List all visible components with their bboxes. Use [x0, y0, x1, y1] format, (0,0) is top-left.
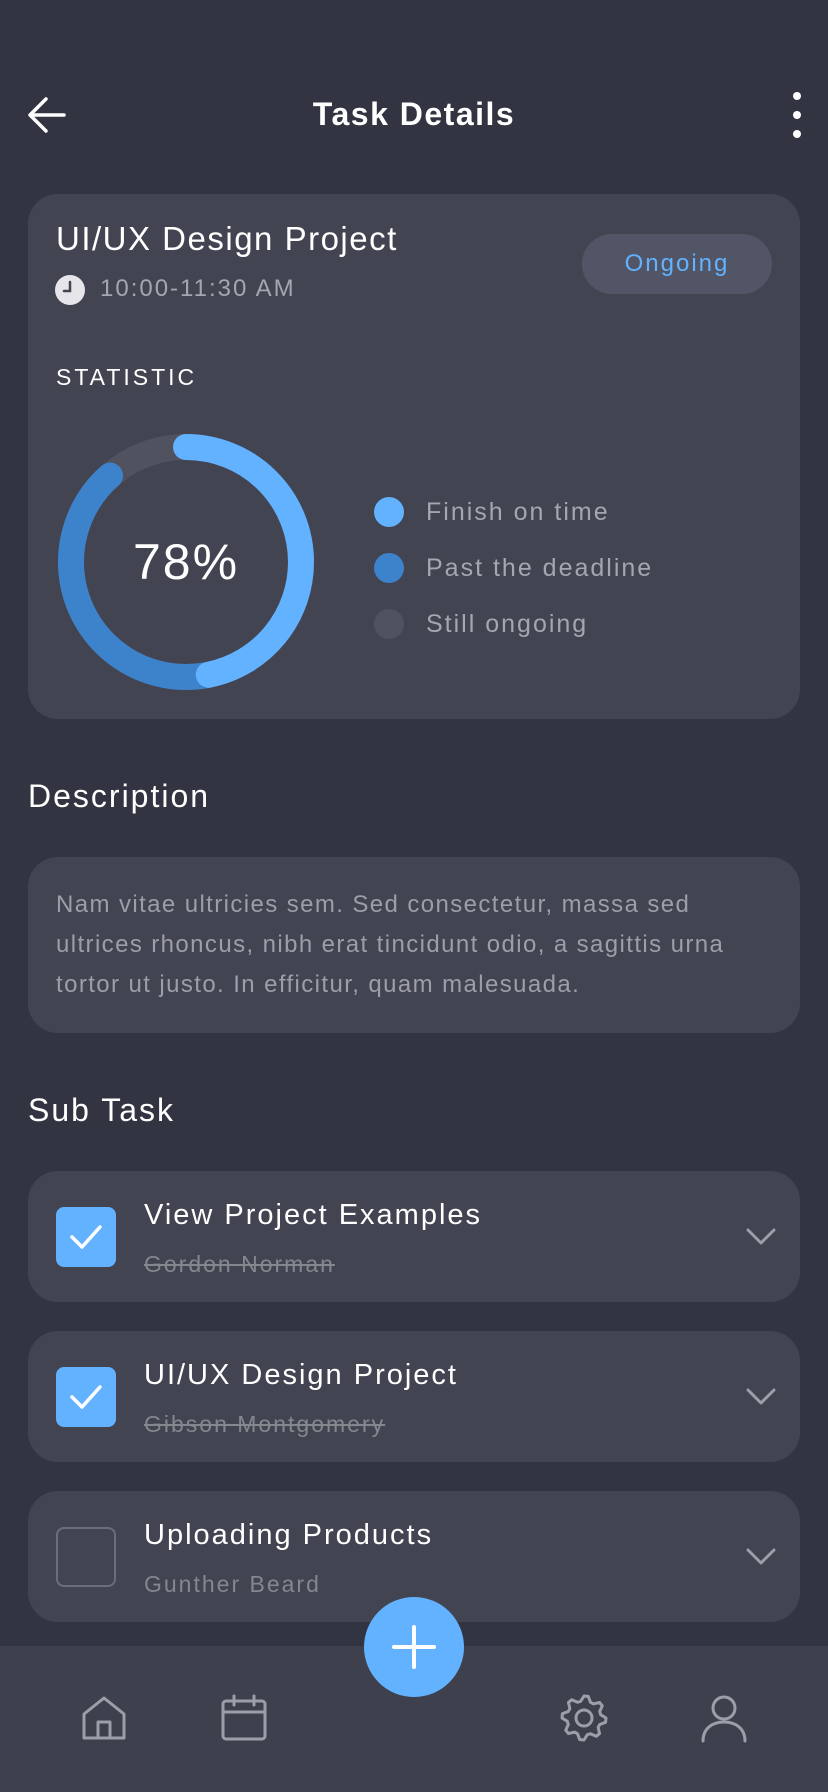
- more-vertical-icon: [793, 92, 801, 100]
- subtask-assignee: Gibson Montgomery: [144, 1411, 386, 1437]
- add-task-button[interactable]: [364, 1597, 464, 1697]
- subtask-checkbox[interactable]: [56, 1367, 116, 1427]
- description-text: Nam vitae ultricies sem. Sed consectetur…: [56, 891, 725, 998]
- calendar-icon[interactable]: [218, 1692, 270, 1744]
- plus-icon: [392, 1625, 436, 1669]
- subtask-title: View Project Examples: [144, 1199, 483, 1231]
- subtask-checkbox[interactable]: [56, 1527, 116, 1587]
- home-icon[interactable]: [78, 1692, 130, 1744]
- subtask-assignee: Gordon Norman: [144, 1251, 335, 1277]
- subtask-item[interactable]: UI/UX Design Project Gibson Montgomery: [28, 1331, 800, 1462]
- profile-icon[interactable]: [698, 1692, 750, 1744]
- legend-item-past-deadline: Past the deadline: [374, 540, 653, 596]
- check-icon: [70, 1385, 102, 1409]
- project-time: 10:00-11:30 AM: [100, 275, 296, 302]
- progress-percent: 78%: [132, 534, 240, 590]
- check-icon: [70, 1225, 102, 1249]
- legend-label: Finish on time: [426, 497, 610, 526]
- subtask-title: UI/UX Design Project: [144, 1359, 458, 1391]
- chevron-down-icon[interactable]: [744, 1219, 778, 1253]
- legend-dot: [374, 553, 404, 583]
- status-badge: Ongoing: [582, 234, 772, 294]
- more-options-button[interactable]: [782, 92, 812, 138]
- page-title: Task Details: [312, 96, 516, 132]
- statistic-legend: Finish on time Past the deadline Still o…: [374, 484, 653, 652]
- clock-icon: [55, 275, 85, 305]
- subtask-heading: Sub Task: [28, 1092, 176, 1128]
- legend-label: Past the deadline: [426, 553, 654, 582]
- legend-item-finish-on-time: Finish on time: [374, 484, 653, 540]
- subtask-item[interactable]: View Project Examples Gordon Norman: [28, 1171, 800, 1302]
- subtask-assignee: Gunther Beard: [144, 1571, 321, 1597]
- legend-dot: [374, 609, 404, 639]
- legend-dot: [374, 497, 404, 527]
- project-title: UI/UX Design Project: [56, 220, 398, 257]
- legend-item-still-ongoing: Still ongoing: [374, 596, 653, 652]
- description-heading: Description: [28, 778, 211, 814]
- subtask-title: Uploading Products: [144, 1519, 434, 1551]
- settings-icon[interactable]: [558, 1692, 610, 1744]
- chevron-down-icon[interactable]: [744, 1379, 778, 1413]
- chevron-down-icon[interactable]: [744, 1539, 778, 1573]
- legend-label: Still ongoing: [426, 609, 589, 638]
- statistic-label: STATISTIC: [56, 364, 198, 390]
- subtask-checkbox[interactable]: [56, 1207, 116, 1267]
